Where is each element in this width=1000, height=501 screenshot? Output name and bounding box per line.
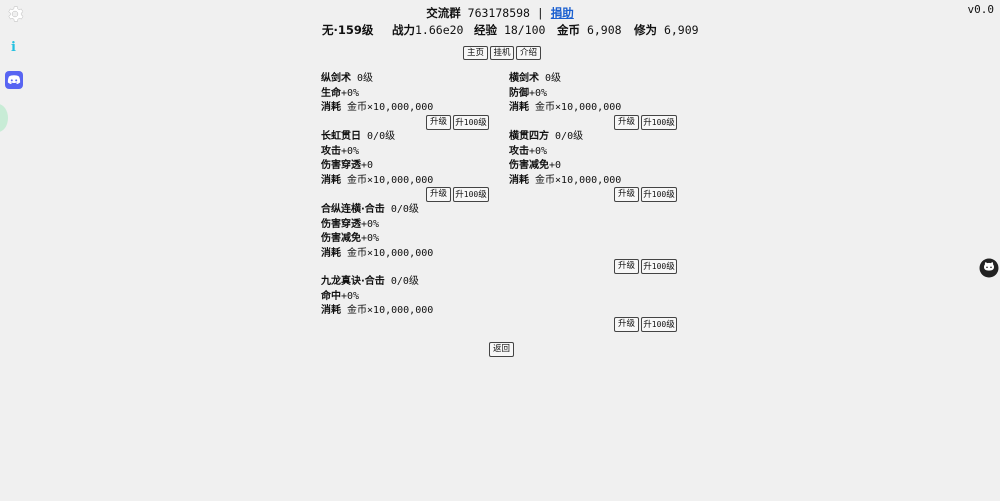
skill-cost: 金币×10,000,000 xyxy=(347,305,434,316)
skill-cost: 金币×10,000,000 xyxy=(535,102,622,113)
skill-level: 0/0级 xyxy=(555,131,584,142)
skill-name: 合纵连横·合击 xyxy=(321,204,385,215)
power-stat: 战力1.66e20 xyxy=(392,23,464,37)
skill-cost: 金币×10,000,000 xyxy=(535,174,622,186)
group-label: 交流群 xyxy=(426,6,461,20)
skill-name: 长虹贯日 xyxy=(321,131,361,142)
back-button[interactable]: 返回 xyxy=(489,342,514,357)
skill-card: 九龙真诀·合击 0/0级 命中+0% 消耗 金币×10,000,000 xyxy=(321,276,434,316)
skill-level: 0级 xyxy=(357,73,374,84)
intro-tab-button[interactable]: 介绍 xyxy=(516,46,541,60)
idle-tab-button[interactable]: 挂机 xyxy=(490,46,514,60)
exp-stat: 经验 18/100 xyxy=(474,23,546,37)
skill-card: 横贯四方 0/0级 攻击+0% 伤害减免+0 消耗 金币×10,000,000 xyxy=(509,131,622,186)
skill-name: 九龙真诀·合击 xyxy=(321,276,385,287)
github-icon[interactable] xyxy=(979,258,999,278)
skill-cost: 金币×10,000,000 xyxy=(347,247,434,259)
upgrade-button[interactable]: 升级 xyxy=(614,187,639,202)
skill-level: 0/0级 xyxy=(390,204,419,215)
header-bar: 交流群 763178598 | 捐助 xyxy=(0,5,1000,21)
upgrade-button[interactable]: 升级 xyxy=(426,187,451,202)
skill-card: 纵剑术 0级 生命+0% 消耗 金币×10,000,000 xyxy=(321,73,434,113)
home-tab-button[interactable]: 主页 xyxy=(463,46,488,60)
skill-level: 0/0级 xyxy=(367,131,396,142)
donate-link[interactable]: 捐助 xyxy=(551,6,574,20)
skill-level: 0/0级 xyxy=(390,276,419,287)
info-icon[interactable]: i xyxy=(11,40,16,55)
skill-cost: 金币×10,000,000 xyxy=(347,174,434,186)
realm-stat: 无·159级 xyxy=(322,22,373,38)
upgrade-button[interactable]: 升级 xyxy=(614,317,639,332)
realm-value: 无·159级 xyxy=(322,23,374,37)
upgrade-button[interactable]: 升级 xyxy=(614,115,639,130)
upgrade-100-button[interactable]: 升100级 xyxy=(641,115,677,130)
skill-name: 横贯四方 xyxy=(509,131,549,142)
skill-name: 纵剑术 xyxy=(321,73,351,84)
skill-card: 横剑术 0级 防御+0% 消耗 金币×10,000,000 xyxy=(509,73,622,113)
group-number: 763178598 xyxy=(467,6,530,20)
skill-card: 长虹贯日 0/0级 攻击+0% 伤害穿透+0 消耗 金币×10,000,000 xyxy=(321,131,434,186)
skill-name: 横剑术 xyxy=(509,73,539,84)
separator: | xyxy=(536,6,544,20)
skill-card: 合纵连横·合击 0/0级 伤害穿透+0% 伤害减免+0% 消耗 金币×10,00… xyxy=(321,204,434,259)
upgrade-100-button[interactable]: 升100级 xyxy=(453,115,489,130)
upgrade-100-button[interactable]: 升100级 xyxy=(641,187,677,202)
gold-stat: 金币 6,908 xyxy=(557,23,622,37)
skill-cost: 金币×10,000,000 xyxy=(347,102,434,113)
upgrade-button[interactable]: 升级 xyxy=(614,259,639,274)
discord-icon[interactable] xyxy=(5,71,23,89)
skill-level: 0级 xyxy=(545,73,562,84)
upgrade-100-button[interactable]: 升100级 xyxy=(641,317,677,332)
cultivation-stat: 修为 6,909 xyxy=(634,23,699,37)
upgrade-button[interactable]: 升级 xyxy=(426,115,451,130)
upgrade-100-button[interactable]: 升100级 xyxy=(453,187,489,202)
upgrade-100-button[interactable]: 升100级 xyxy=(641,259,677,274)
side-tab-indicator[interactable] xyxy=(0,104,8,132)
